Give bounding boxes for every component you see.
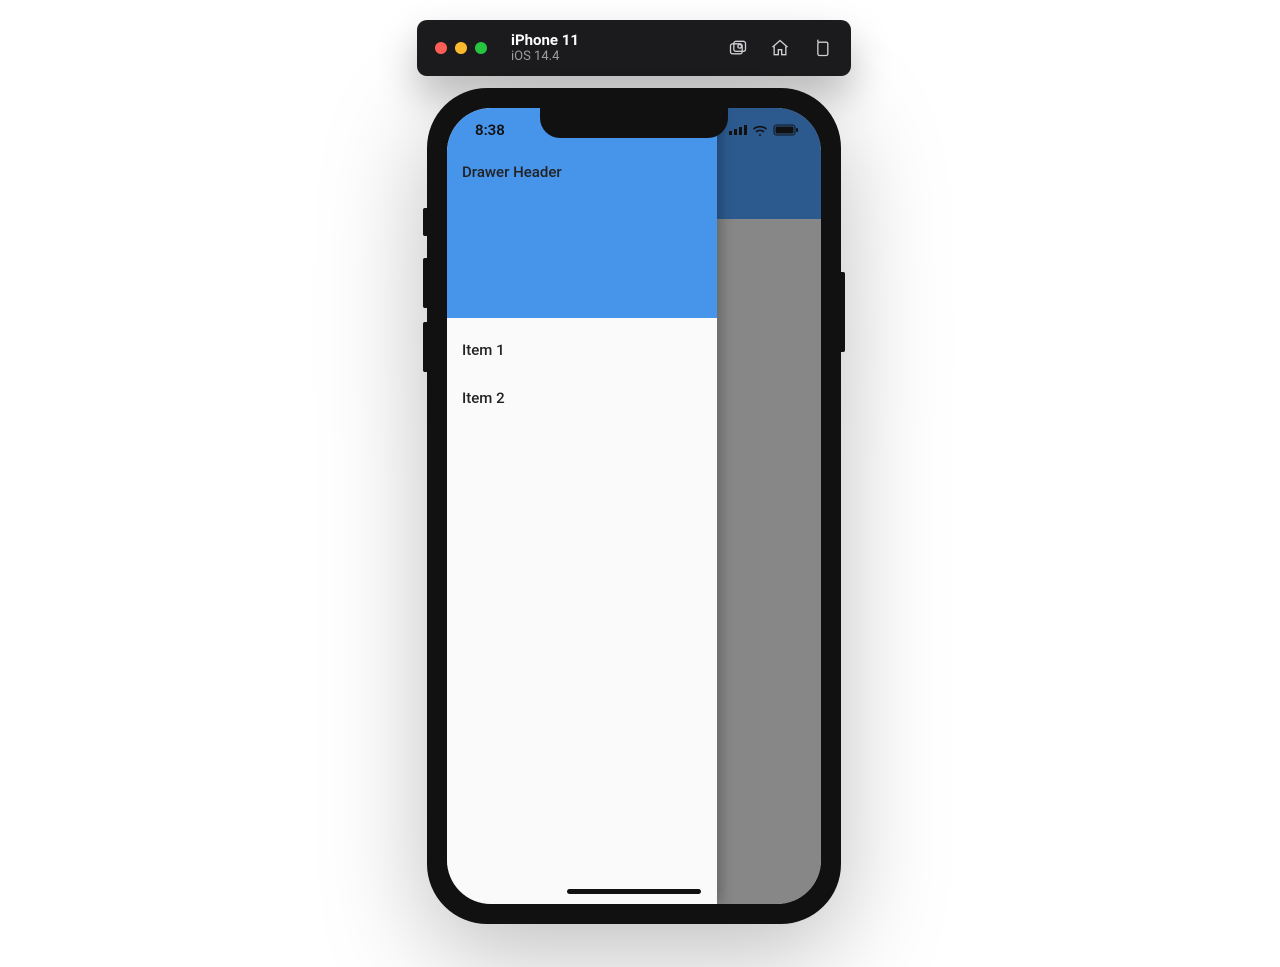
window-close-button[interactable] — [435, 42, 447, 54]
simulator-toolbar: iPhone 11 iOS 14.4 — [417, 20, 851, 76]
device-frame: Drawer Header Item 1 Item 2 8:38 — [427, 88, 841, 924]
device-screen: Drawer Header Item 1 Item 2 8:38 — [447, 108, 821, 904]
drawer-item-1[interactable]: Item 1 — [447, 326, 717, 374]
volume-down-button — [423, 322, 427, 372]
battery-icon — [773, 124, 799, 136]
drawer-header-title: Drawer Header — [462, 163, 702, 181]
navigation-drawer: Drawer Header Item 1 Item 2 — [447, 108, 717, 904]
device-frame-wrap: Drawer Header Item 1 Item 2 8:38 — [427, 88, 841, 924]
status-time: 8:38 — [475, 121, 505, 139]
rotate-icon[interactable] — [811, 37, 833, 59]
device-notch — [540, 108, 728, 138]
power-button — [840, 272, 845, 352]
window-zoom-button[interactable] — [475, 42, 487, 54]
volume-up-button — [423, 258, 427, 308]
screenshot-icon[interactable] — [727, 37, 749, 59]
drawer-item-2[interactable]: Item 2 — [447, 374, 717, 422]
cellular-signal-icon — [729, 125, 747, 135]
simulator-os-version: iOS 14.4 — [511, 49, 727, 65]
home-indicator[interactable] — [567, 889, 701, 894]
simulator-title-block: iPhone 11 iOS 14.4 — [511, 31, 727, 65]
window-minimize-button[interactable] — [455, 42, 467, 54]
window-traffic-lights — [435, 42, 487, 54]
wifi-icon — [752, 124, 768, 136]
drawer-content: Item 1 Item 2 — [447, 318, 717, 422]
home-icon[interactable] — [769, 37, 791, 59]
simulator-device-name: iPhone 11 — [511, 31, 727, 49]
status-indicators — [729, 124, 799, 136]
silence-switch — [423, 208, 427, 236]
simulator-actions — [727, 37, 833, 59]
